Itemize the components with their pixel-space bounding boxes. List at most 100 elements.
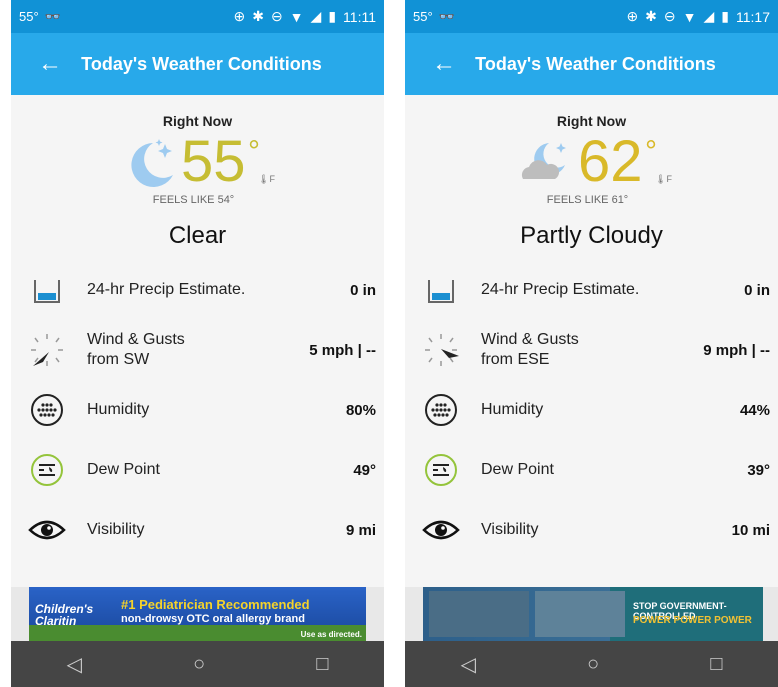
feels-like: FEELS LIKE 54°: [152, 194, 235, 206]
moon-cloud-icon: [521, 143, 566, 179]
ad-subline: POWER POWER POWER: [633, 615, 752, 626]
page-title: Today's Weather Conditions: [475, 53, 716, 74]
degree-symbol: °: [645, 135, 657, 168]
condition-text: Clear: [168, 222, 227, 249]
visibility-label: Visibility: [481, 521, 539, 538]
dew-point-icon: [31, 454, 63, 486]
humidity-value: 44%: [739, 401, 770, 419]
status-bar: 55° 👓 ⊕ ✱ ⊖ ▼ ◢ ▮ 11:11: [11, 0, 384, 33]
humidity-icon: [425, 394, 457, 426]
precip-row: 24-hr Precip Estimate. 0 in: [11, 260, 384, 320]
status-temp: 55°: [413, 9, 433, 24]
current-conditions: Right Now 62 ° 🌡F FEELS LIKE 61° Partly …: [405, 95, 778, 260]
back-arrow-icon[interactable]: ←: [431, 51, 457, 77]
ad-image: [429, 591, 529, 637]
nav-back-icon[interactable]: ◁: [67, 652, 82, 677]
feels-like: FEELS LIKE 61°: [546, 194, 629, 206]
humidity-row: Humidity 80%: [11, 380, 384, 440]
signal-icon: ◢: [310, 8, 322, 24]
moon-icon: [131, 139, 173, 187]
ad-banner[interactable]: STOP GOVERNMENT-CONTROLLED POWER POWER P…: [405, 587, 778, 641]
temp-unit: 🌡F: [655, 174, 672, 184]
incognito-icon: 👓: [438, 8, 455, 24]
humidity-label: Humidity: [481, 401, 544, 418]
dewpoint-value: 49°: [353, 461, 376, 479]
battery-icon: ▮: [328, 8, 337, 24]
signal-icon: ◢: [703, 8, 715, 24]
status-time: 11:11: [343, 8, 376, 25]
humidity-row: Humidity 44%: [405, 380, 778, 440]
battery-icon: ▮: [721, 8, 729, 24]
visibility-label: Visibility: [87, 521, 145, 538]
dewpoint-row: Dew Point 39°: [405, 440, 778, 500]
data-saver-icon: ⊕: [233, 8, 246, 24]
back-arrow-icon[interactable]: ←: [37, 51, 63, 77]
wind-direction: from SW: [87, 351, 150, 368]
wind-row: Wind & Gusts from ESE 9 mph | --: [405, 320, 778, 380]
condition-text: Partly Cloudy: [520, 222, 663, 249]
humidity-label: Humidity: [87, 401, 150, 418]
status-bar: 55° 👓 ⊕ ✱ ⊖ ▼ ◢ ▮ 11:17: [405, 0, 778, 33]
nav-recents-icon[interactable]: □: [316, 653, 328, 676]
nav-back-icon[interactable]: ◁: [461, 652, 476, 677]
nav-bar: ◁ ○ □: [11, 641, 384, 687]
ad-headline: #1 Pediatrician Recommended: [121, 597, 310, 612]
visibility-row: Visibility 9 mi: [11, 500, 384, 560]
wind-direction: from ESE: [481, 351, 550, 368]
wind-compass-icon: [425, 334, 459, 366]
eye-icon: [422, 520, 460, 540]
visibility-row: Visibility 10 mi: [405, 500, 778, 560]
wind-label: Wind & Gusts from SW: [87, 330, 185, 370]
nav-recents-icon[interactable]: □: [710, 653, 722, 676]
wind-value: 9 mph | --: [703, 341, 770, 359]
humidity-icon: [31, 394, 63, 426]
dew-point-icon: [425, 454, 457, 486]
ad-banner[interactable]: Children's Claritin #1 Pediatrician Reco…: [11, 587, 384, 641]
incognito-icon: 👓: [44, 8, 61, 24]
visibility-value: 10 mi: [731, 521, 770, 539]
page-title: Today's Weather Conditions: [81, 53, 322, 74]
status-time: 11:17: [736, 8, 770, 25]
wind-label: Wind & Gusts from ESE: [481, 330, 579, 370]
wifi-icon: ▼: [289, 8, 304, 25]
wind-title: Wind & Gusts: [87, 331, 185, 348]
wifi-icon: ▼: [682, 8, 697, 25]
precip-label: 24-hr Precip Estimate.: [87, 281, 246, 298]
precip-label: 24-hr Precip Estimate.: [481, 281, 640, 298]
current-temperature: 55: [181, 129, 246, 194]
visibility-value: 9 mi: [345, 521, 376, 539]
wind-row: Wind & Gusts from SW 5 mph | --: [11, 320, 384, 380]
phone-screen-1: 55° 👓 ⊕ ✱ ⊖ ▼ ◢ ▮ 11:11 ← Today's Weathe…: [11, 0, 384, 687]
data-saver-icon: ⊕: [626, 8, 639, 24]
rain-gauge-icon: [34, 280, 60, 303]
right-now-label: Right Now: [162, 113, 233, 129]
bluetooth-icon: ✱: [645, 8, 657, 24]
nav-home-icon[interactable]: ○: [193, 653, 205, 676]
dewpoint-row: Dew Point 49°: [11, 440, 384, 500]
dewpoint-label: Dew Point: [87, 461, 160, 478]
status-temp: 55°: [19, 9, 39, 24]
current-temperature: 62: [578, 129, 643, 194]
nav-bar: ◁ ○ □: [405, 641, 778, 687]
precip-value: 0 in: [744, 281, 770, 299]
current-conditions: Right Now 55 ° 🌡F FEELS LIKE 54° Clear: [11, 95, 384, 260]
temp-unit: 🌡F: [258, 174, 275, 184]
precip-value: 0 in: [350, 281, 376, 299]
ad-brand: Children's Claritin: [35, 602, 94, 628]
wind-compass-icon: [31, 334, 63, 366]
wind-title: Wind & Gusts: [481, 331, 579, 348]
wind-value: 5 mph | --: [309, 341, 376, 359]
app-bar: ← Today's Weather Conditions: [11, 33, 384, 95]
app-bar: ← Today's Weather Conditions: [405, 33, 778, 95]
bluetooth-icon: ✱: [252, 8, 264, 24]
precip-row: 24-hr Precip Estimate. 0 in: [405, 260, 778, 320]
degree-symbol: °: [248, 135, 260, 168]
eye-icon: [28, 520, 66, 540]
right-now-label: Right Now: [556, 113, 627, 129]
ad-note: Use as directed.: [300, 630, 362, 639]
nav-home-icon[interactable]: ○: [587, 653, 599, 676]
humidity-value: 80%: [345, 401, 376, 419]
ad-subline: non-drowsy OTC oral allergy brand: [121, 613, 305, 625]
phone-screen-2: 55° 👓 ⊕ ✱ ⊖ ▼ ◢ ▮ 11:17 ← Today's Weathe…: [405, 0, 778, 687]
dewpoint-value: 39°: [747, 461, 770, 479]
